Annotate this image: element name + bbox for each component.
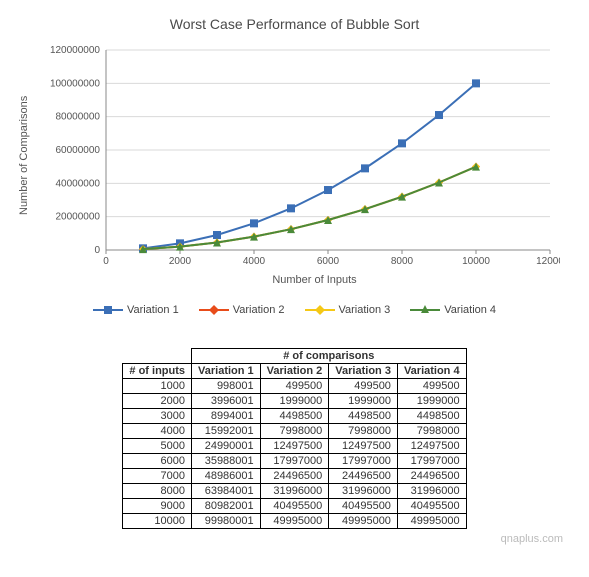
line-chart: 0 20000000 40000000 60000000 80000000 1000000… [30,40,560,270]
chart-title: Worst Case Performance of Bubble Sort [16,16,573,32]
legend-item: Variation 4 [410,302,496,318]
svg-text:4000: 4000 [243,256,266,267]
svg-text:6000: 6000 [317,256,340,267]
svg-text:20000000: 20000000 [56,212,101,223]
svg-text:80000000: 80000000 [56,112,101,123]
svg-text:60000000: 60000000 [56,145,101,156]
y-axis-label: Number of Comparisons [16,40,30,270]
svg-text:12000: 12000 [536,256,560,267]
svg-text:2000: 2000 [169,256,192,267]
svg-text:40000000: 40000000 [56,178,101,189]
svg-text:120000000: 120000000 [50,45,100,56]
legend-item: Variation 3 [305,302,391,318]
svg-text:0: 0 [94,245,100,256]
legend-item: Variation 2 [199,302,285,318]
watermark: qnaplus.com [16,533,573,545]
svg-text:100000000: 100000000 [50,78,100,89]
svg-text:8000: 8000 [391,256,414,267]
x-axis-label: Number of Inputs [56,274,573,286]
svg-text:0: 0 [103,256,109,267]
legend: Variation 1 Variation 2 Variation 3 Vari… [16,302,573,318]
legend-item: Variation 1 [93,302,179,318]
svg-text:10000: 10000 [462,256,490,267]
data-table: # of comparisons# of inputsVariation 1Va… [122,348,466,529]
